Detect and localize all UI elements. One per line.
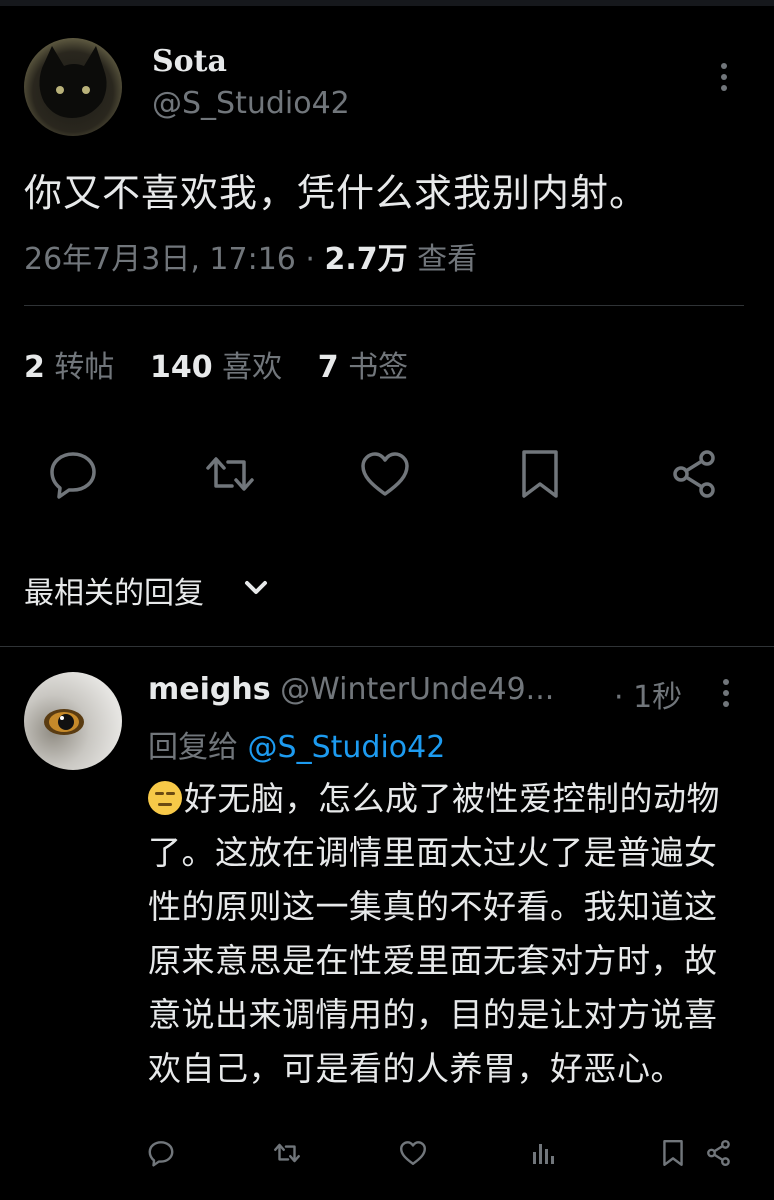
likes-label: 喜欢 [212, 350, 283, 385]
like-icon[interactable] [357, 446, 413, 502]
more-options-icon[interactable] [712, 60, 736, 94]
meta-separator: · [295, 242, 325, 277]
replies-sort-label[interactable]: 最相关的回复 [24, 568, 204, 612]
likes-count: 140 [149, 350, 213, 385]
bookmark-icon[interactable] [512, 446, 568, 502]
reply-icon[interactable] [146, 1138, 176, 1168]
views-count: 2.7万 [324, 242, 408, 277]
reply-text-block: 好无脑，怎么成了被性爱控制的动物了。这放在调情里面太过火了是普遍女性的原则这一集… [148, 772, 748, 1096]
retweets-stat[interactable]: 2 转帖 [24, 350, 114, 385]
retweet-icon[interactable] [272, 1138, 302, 1168]
likes-stat[interactable]: 140 喜欢 [150, 350, 282, 385]
chevron-down-icon[interactable] [240, 574, 272, 602]
share-icon[interactable] [704, 1138, 734, 1168]
bookmarks-stat[interactable]: 7 书签 [318, 350, 408, 385]
retweets-count: 2 [24, 350, 45, 385]
retweets-label: 转帖 [44, 350, 115, 385]
retweet-icon[interactable] [202, 446, 258, 502]
bookmark-icon[interactable] [658, 1138, 688, 1168]
author-handle[interactable]: @S_Studio42 [152, 86, 350, 121]
tweet-text: 你又不喜欢我，凭什么求我别内射。 [24, 171, 649, 215]
author-avatar[interactable] [24, 38, 122, 136]
analytics-icon[interactable] [528, 1138, 558, 1168]
share-icon[interactable] [667, 446, 723, 502]
reply-text: 好无脑，怎么成了被性爱控制的动物了。这放在调情里面太过火了是普遍女性的原则这一集… [148, 779, 720, 1088]
bookmarks-count: 7 [317, 350, 339, 385]
reply-time[interactable]: · 1秒 [614, 672, 682, 716]
like-icon[interactable] [398, 1138, 428, 1168]
reply-icon[interactable] [45, 446, 101, 502]
views-label: 查看 [407, 242, 478, 277]
tweet-meta: 26年7月3日, 17:16 · 2.7万 查看 [24, 234, 477, 278]
replying-to: 回复给 @S_Studio42 [148, 722, 445, 766]
replying-to-mention[interactable]: @S_Studio42 [248, 730, 446, 765]
reply-author-handle[interactable]: @WinterUnde49... [280, 672, 554, 707]
more-options-icon[interactable] [714, 676, 738, 710]
engagement-stats: 2 转帖 140 喜欢 7 书签 [24, 342, 434, 386]
divider [0, 646, 774, 647]
reply-author-avatar[interactable] [24, 672, 122, 770]
top-divider [0, 0, 774, 6]
bookmarks-label: 书签 [338, 350, 409, 385]
divider [24, 305, 744, 306]
author-name[interactable]: Sota [152, 44, 227, 79]
reply-header: meighs @WinterUnde49... [148, 672, 554, 707]
expressionless-face-icon [148, 781, 182, 815]
replying-to-label: 回复给 [148, 730, 238, 765]
tweet-timestamp[interactable]: 26年7月3日, 17:16 [24, 242, 296, 277]
reply-author-name[interactable]: meighs [148, 672, 271, 707]
